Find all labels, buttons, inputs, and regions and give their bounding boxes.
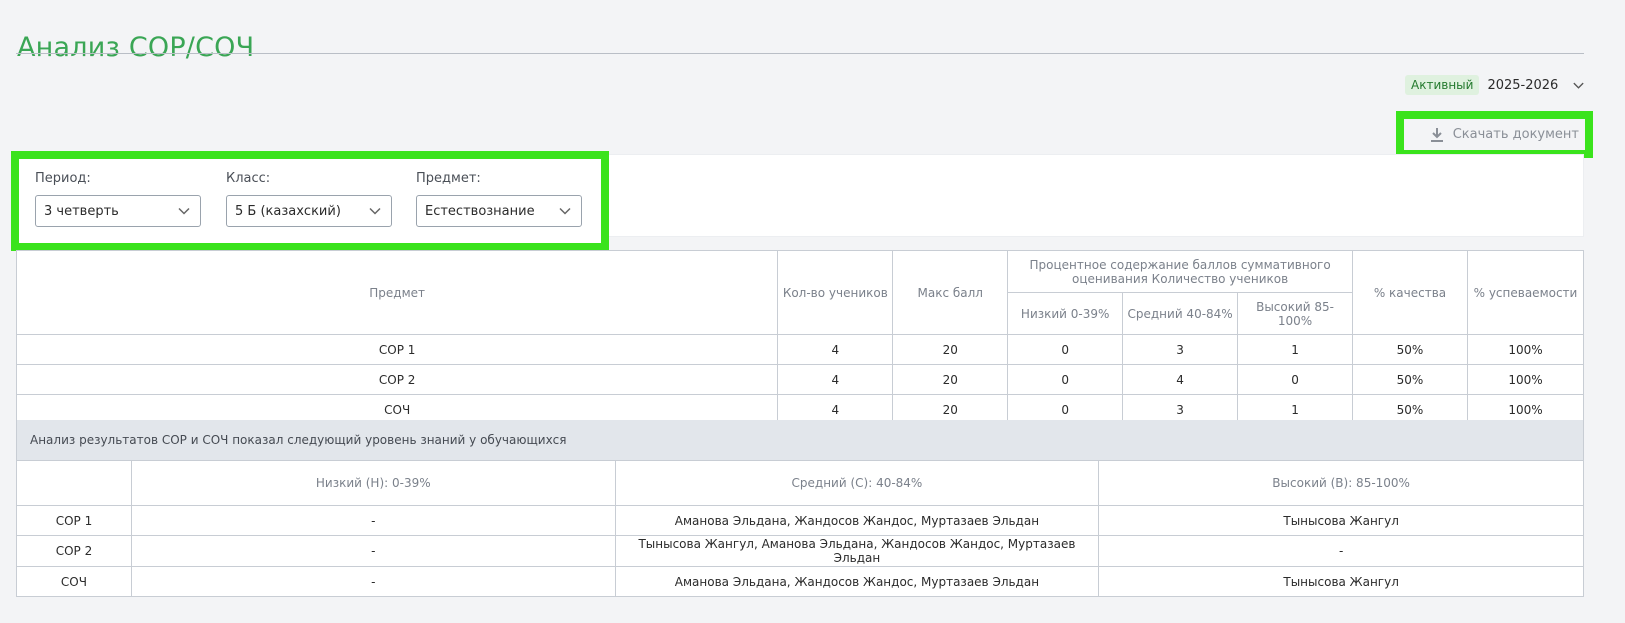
cell-high: 0	[1237, 364, 1354, 395]
cell-low: -	[130, 535, 616, 567]
header-percent-group: Процентное содержание баллов суммативног…	[1007, 250, 1354, 293]
cell-quality: 50%	[1352, 334, 1468, 365]
header-medium: Средний 40-84%	[1122, 292, 1239, 335]
header-high: Высокий 85-100%	[1237, 292, 1354, 335]
filter-class-label: Класс:	[226, 171, 271, 186]
cell-max: 20	[892, 364, 1009, 395]
cell-low: -	[130, 566, 616, 597]
cell-name: СОР 1	[16, 505, 132, 536]
filter-subject-label: Предмет:	[416, 171, 481, 186]
filter-subject: Предмет: Естествознание	[416, 171, 582, 227]
download-label: Скачать документ	[1452, 127, 1579, 142]
knowledge-level-table: Низкий (Н): 0-39% Средний (С): 40-84% Вы…	[16, 460, 1584, 597]
cell-name: СОР 2	[15, 364, 779, 395]
header-level-high: Высокий (В): 85-100%	[1098, 460, 1584, 506]
table-row: СОЧ - Аманова Эльдана, Жандосов Жандос, …	[16, 566, 1584, 597]
chevron-down-icon	[1573, 82, 1584, 89]
table-row: СОР 2 4 20 0 4 0 50% 100%	[15, 364, 1585, 395]
cell-high: Тынысова Жангул	[1098, 566, 1584, 597]
table-row: СОР 1 4 20 0 3 1 50% 100%	[15, 334, 1585, 365]
filter-period-label: Период:	[35, 171, 91, 186]
header-level-low: Низкий (Н): 0-39%	[130, 460, 616, 506]
period-select[interactable]: 3 четверть	[35, 195, 201, 227]
chevron-down-icon	[178, 207, 190, 215]
header-subject: Предмет	[15, 250, 779, 335]
cell-max: 20	[892, 334, 1009, 365]
cell-medium: Тынысова Жангул, Аманова Эльдана, Жандос…	[614, 535, 1100, 567]
cell-quality: 50%	[1352, 364, 1468, 395]
period-value: 3 четверть	[44, 203, 119, 219]
chevron-down-icon	[559, 207, 571, 215]
cell-medium: 4	[1122, 364, 1239, 395]
download-document-button[interactable]: Скачать документ	[1430, 127, 1579, 143]
class-value: 5 Б (казахский)	[235, 203, 341, 219]
cell-high: -	[1098, 535, 1584, 567]
analysis-caption-text: Анализ результатов СОР и СОЧ показал сле…	[30, 433, 567, 447]
filter-class: Класс: 5 Б (казахский)	[226, 171, 392, 227]
cell-medium: 3	[1122, 334, 1239, 365]
cell-high: 1	[1237, 334, 1354, 365]
header-students: Кол-во учеников	[777, 250, 894, 335]
header-low: Низкий 0-39%	[1007, 292, 1124, 335]
header-success: % успеваемости	[1466, 250, 1585, 335]
header-empty	[16, 460, 132, 506]
table-row: СОР 2 - Тынысова Жангул, Аманова Эльдана…	[16, 535, 1584, 567]
cell-success: 100%	[1466, 364, 1585, 395]
cell-low: 0	[1007, 334, 1124, 365]
cell-medium: Аманова Эльдана, Жандосов Жандос, Муртаз…	[614, 505, 1100, 536]
subject-value: Естествознание	[425, 203, 535, 219]
cell-name: СОР 2	[16, 535, 132, 567]
filters-panel: Период: 3 четверть Класс: 5 Б (казахский…	[11, 151, 609, 251]
cell-low: -	[130, 505, 616, 536]
cell-low: 0	[1007, 364, 1124, 395]
class-select[interactable]: 5 Б (казахский)	[226, 195, 392, 227]
status-badge: Активный	[1405, 75, 1480, 95]
filter-period: Период: 3 четверть	[35, 171, 201, 227]
cell-students: 4	[777, 364, 894, 395]
table-row: СОР 1 - Аманова Эльдана, Жандосов Жандос…	[16, 505, 1584, 536]
year-value: 2025-2026	[1487, 77, 1559, 93]
cell-success: 100%	[1466, 334, 1585, 365]
download-icon	[1430, 127, 1443, 142]
academic-year-selector[interactable]: Активный 2025-2026	[1405, 73, 1585, 97]
download-highlight: Скачать документ	[1396, 111, 1593, 158]
cell-name: СОР 1	[15, 334, 779, 365]
analysis-caption: Анализ результатов СОР и СОЧ показал сле…	[16, 420, 1584, 460]
cell-name: СОЧ	[16, 566, 132, 597]
header-quality: % качества	[1352, 250, 1468, 335]
chevron-down-icon	[369, 207, 381, 215]
page-title: Анализ СОР/СОЧ	[17, 32, 255, 64]
title-divider	[16, 53, 1584, 54]
subject-select[interactable]: Естествознание	[416, 195, 582, 227]
header-max-score: Макс балл	[892, 250, 1009, 335]
summary-table: Предмет Кол-во учеников Макс балл Процен…	[15, 250, 1585, 425]
cell-students: 4	[777, 334, 894, 365]
cell-high: Тынысова Жангул	[1098, 505, 1584, 536]
cell-medium: Аманова Эльдана, Жандосов Жандос, Муртаз…	[614, 566, 1100, 597]
header-level-medium: Средний (С): 40-84%	[614, 460, 1100, 506]
